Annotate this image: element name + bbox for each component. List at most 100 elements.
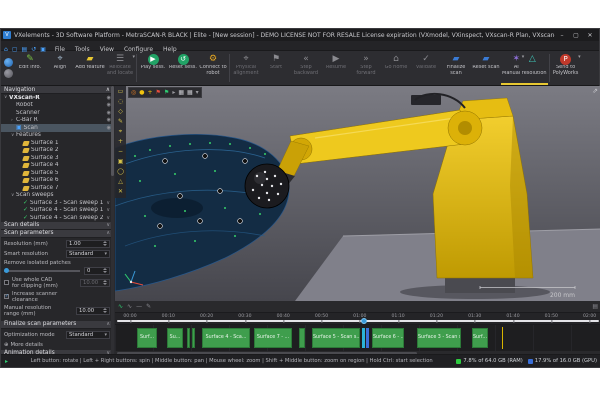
curve-secondary-icon[interactable]: ∿ [127,302,132,311]
physical-alignment-button[interactable]: ⌖Physical alignment [231,51,261,85]
add-feature-button[interactable]: ▰Add feature [75,51,105,85]
viewer-sphere-icon[interactable] [4,58,13,67]
chevron-down-icon[interactable]: ∨ [106,207,110,213]
tree-item-surface-5[interactable]: Surface 5 [1,169,113,177]
edit-curve-icon[interactable]: ✎ [146,302,151,311]
tree-item-c-bar-r[interactable]: ›C-Bar R◉ [1,117,113,125]
tree-item-scan[interactable]: ▣Scan◉ [1,124,113,132]
grid-select-icon[interactable]: ▦ [178,88,184,97]
dropdown-caret-icon[interactable]: ▾ [578,54,581,60]
target-icon[interactable]: ◎ [131,88,136,97]
smart-resolution-select[interactable]: Standard ▾ [66,250,110,258]
clipping-checkbox[interactable] [4,280,9,285]
playhead-handle[interactable] [361,318,367,324]
resume-button[interactable]: ▶Resume [321,51,351,85]
finalize-scan-button[interactable]: ▰Finalize scan [441,51,471,85]
timeline-block-su[interactable]: Su... [167,328,183,348]
maximize-button[interactable]: ▢ [569,32,583,39]
connect-to-robot-button[interactable]: ⚙Connect to robot [198,51,228,85]
scrollbar-thumb[interactable] [111,86,114,176]
resolution-input[interactable]: 1.00 [66,240,110,248]
start-button[interactable]: ⚑Start [261,51,291,85]
flag-green-icon[interactable]: ⚑ [164,88,169,97]
targets-dot-icon[interactable]: ● [139,88,144,97]
slider-handle[interactable] [4,268,9,273]
timeline-block[interactable] [366,328,369,348]
select-freeform-icon[interactable]: ✎ [116,117,125,127]
chevron-down-icon[interactable]: ∨ [106,200,110,206]
minimize-button[interactable]: – [555,32,569,39]
timeline-block-surface-7[interactable]: Surface 7 - ... [254,328,292,348]
tree-item-robot[interactable]: Robot◉ [1,102,113,110]
align-button[interactable]: ⌖Align [45,51,75,85]
timeline-block[interactable] [192,328,195,348]
patches-input[interactable]: 0 [84,267,110,275]
dropdown-caret-icon[interactable]: ▾ [132,54,135,60]
optimization-mode-select[interactable]: Standard ▾ [66,331,110,339]
flag-red-icon[interactable]: ⚑ [156,88,161,97]
select-circle-icon[interactable]: ◌ [116,97,125,107]
tree-item-scanner[interactable]: Scanner◉ [1,109,113,117]
pick-icon[interactable]: ⌖ [116,127,125,137]
manual-range-input[interactable]: 10.00 [76,307,110,315]
timeline-block[interactable] [362,328,365,348]
flat-curve-icon[interactable]: — [136,302,142,311]
timeline-block[interactable] [187,328,190,348]
scan-parameters-header[interactable]: Scan parameters ∧ [1,230,113,238]
scan-details-header[interactable]: Scan details ∨ [1,222,113,230]
expand-viewport-icon[interactable]: ⇗ [592,87,598,95]
tree-item-vxscan-r[interactable]: ∨VXscan-R◉ [1,94,113,102]
tree-item-surface-1[interactable]: Surface 1 [1,139,113,147]
step-forward-button[interactable]: »Step forward [351,51,381,85]
clear-selection-icon[interactable]: ✕ [116,187,125,197]
send-to-polyworks-button[interactable]: PSend to PolyWorks▾ [551,51,581,85]
tree-item-surface-6[interactable]: Surface 6 [1,177,113,185]
select-visible-icon[interactable]: ◯ [116,167,125,177]
timeline-ruler[interactable]: 00:0000:1000:2000:3000:4000:5001:0001:10… [115,313,600,325]
resolution-mesh-button[interactable]: △ [524,51,540,71]
step-backward-button[interactable]: «Step backward [291,51,321,85]
reset-scan-button[interactable]: ▰Reset scan [471,51,501,85]
viewer-sphere-alt-icon[interactable] [4,69,13,78]
remove-selection-icon[interactable]: − [116,147,125,157]
select-all-icon[interactable]: ▣ [116,157,125,167]
play-session-button[interactable]: ▶Play sess. [138,51,168,85]
timeline-slider-line[interactable] [117,320,599,322]
timeline-block-surface-3-scan-s[interactable]: Surface 3 - Scan s... [417,328,461,348]
tree-item-surface-4[interactable]: Surface 4 [1,162,113,170]
tree-item-surface-3-scan-sweep-1[interactable]: ✓Surface 3 - Scan sweep 1∨ [1,199,113,207]
collapse-chevron-icon[interactable]: ∧ [106,87,110,93]
chevron-down-icon[interactable]: ∨ [106,215,110,221]
timeline-block-surface-5-scan-s[interactable]: Surface 5 - Scan s... [312,328,360,348]
timeline-block-surf[interactable]: Surf... [472,328,488,348]
tree-item-surface-4-scan-sweep-1[interactable]: ✓Surface 4 - Scan sweep 1∨ [1,207,113,215]
viewport-3d-scene[interactable]: 200 mm [115,86,600,301]
validate-button[interactable]: ✓Validate [411,51,441,85]
ai-resolution-button[interactable]: ✶AI▾ [508,51,524,71]
animation-curve-icon[interactable]: ∿ [118,302,123,311]
finalize-parameters-header[interactable]: Finalize scan parameters ∧ [1,321,113,329]
timeline-options-icon[interactable]: ▤ [592,303,598,310]
stepper-arrows[interactable] [103,240,107,248]
timeline-block-surface-4-sca[interactable]: Surface 4 - Sca... [202,328,250,348]
tree-item-surface-7[interactable]: Surface 7 [1,184,113,192]
go-home-button[interactable]: ⌂Go home [381,51,411,85]
select-rectangle-icon[interactable]: ▭ [116,87,125,97]
tree-item-surface-4-scan-sweep-2[interactable]: ✓Surface 4 - Scan sweep 2∨ [1,214,113,222]
select-polygon-icon[interactable]: ◇ [116,107,125,117]
sidebar-scrollbar[interactable] [111,86,114,356]
select-triangles-icon[interactable]: △ [116,177,125,187]
tree-item-surface-3[interactable]: Surface 3 [1,154,113,162]
tree-item-surface-2[interactable]: Surface 2 [1,147,113,155]
timeline-block[interactable] [299,328,305,348]
add-selection-icon[interactable]: + [116,137,125,147]
more-details-link[interactable]: ⊕ More details [1,341,113,350]
patches-slider[interactable] [4,270,80,272]
navigation-header[interactable]: Navigation ∧ [1,86,113,94]
timeline-track[interactable]: Surf... Su... Surface 4 - Sca...Surface 7 … [115,325,600,351]
close-button[interactable]: ✕ [583,32,597,39]
reset-session-button[interactable]: ↺Reset sess. [168,51,198,85]
edit-info-button[interactable]: ✎Edit info. [15,51,45,85]
clearance-checkbox[interactable]: ✓ [4,294,9,299]
relocate-and-locate-button[interactable]: ☰Relocate and locate▾ [105,51,135,85]
